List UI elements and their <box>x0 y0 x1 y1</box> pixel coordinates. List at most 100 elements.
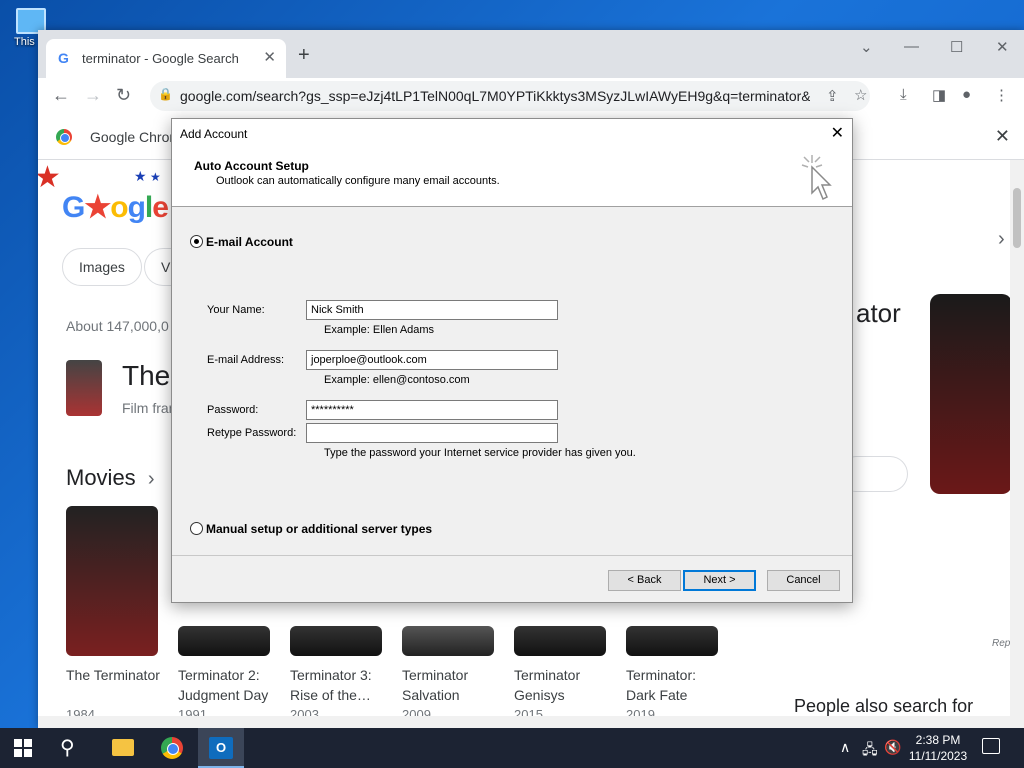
folder-icon <box>112 739 134 756</box>
movie-title[interactable]: Terminator Genisys <box>514 665 614 705</box>
movies-heading[interactable]: Movies › <box>66 465 154 491</box>
download-icon[interactable]: ⤓ <box>900 86 907 103</box>
dialog-header: Auto Account Setup Outlook can automatic… <box>172 149 852 207</box>
email-label: E-mail Address: <box>207 354 285 366</box>
back-button[interactable]: < Back <box>608 570 681 591</box>
tab-strip: G terminator - Google Search ✕ + ⌄ — ☐ ✕ <box>38 30 1024 78</box>
scroll-thumb[interactable] <box>1013 188 1021 248</box>
window-close-icon[interactable]: ✕ <box>996 38 1009 56</box>
movie-title[interactable]: The Terminator <box>66 665 166 685</box>
share-icon[interactable]: ⇪ <box>826 87 839 105</box>
outlook-icon: O <box>209 737 233 759</box>
movies-heading-text: Movies <box>66 465 136 490</box>
name-hint: Example: Ellen Adams <box>324 324 435 336</box>
email-hint: Example: ellen@contoso.com <box>324 374 470 386</box>
retype-password-field[interactable] <box>306 423 558 443</box>
side-panel-icon[interactable]: ◨ <box>932 86 946 104</box>
address-bar[interactable]: 🔒 google.com/search?gs_ssp=eJzj4tLP1TelN… <box>150 81 870 111</box>
clock-date: 11/11/2023 <box>908 749 968 763</box>
dialog-titlebar[interactable]: Add Account ✕ <box>172 119 852 149</box>
movies-chevron-icon: › <box>147 468 155 490</box>
dialog-heading: Auto Account Setup <box>194 159 309 173</box>
file-explorer-taskbar-button[interactable] <box>100 728 146 768</box>
kp-right-title: ator <box>856 298 901 328</box>
auto-setup-cursor-icon <box>801 155 832 201</box>
name-field[interactable]: Nick Smith <box>306 300 558 320</box>
lock-icon[interactable]: 🔒 <box>158 87 173 101</box>
outlook-taskbar-button[interactable]: O <box>198 728 244 768</box>
browser-toolbar: ← → ↻ 🔒 google.com/search?gs_ssp=eJzj4tL… <box>38 78 1024 114</box>
vertical-scrollbar[interactable] <box>1010 160 1024 728</box>
maximize-icon[interactable]: ☐ <box>950 38 963 56</box>
movie-title[interactable]: Terminator Salvation <box>402 665 502 705</box>
movie-poster[interactable] <box>66 506 158 656</box>
kp-thumbnail[interactable] <box>66 360 102 416</box>
report-link[interactable]: Rep <box>992 638 1010 649</box>
movie-poster[interactable] <box>514 626 606 656</box>
movie-poster[interactable] <box>178 626 270 656</box>
movie-title[interactable]: Terminator: Dark Fate <box>626 665 726 705</box>
movie-poster[interactable] <box>290 626 382 656</box>
email-field[interactable]: joperploe@outlook.com <box>306 350 558 370</box>
profile-avatar-icon[interactable]: ● <box>962 86 971 103</box>
tab-title: terminator - Google Search <box>82 51 239 66</box>
tab-close-icon[interactable]: ✕ <box>263 48 276 66</box>
manual-setup-label[interactable]: Manual setup or additional server types <box>206 522 432 536</box>
network-icon[interactable]: 🖧 <box>862 739 878 763</box>
google-doodle-logo[interactable]: G★ogle <box>62 190 169 225</box>
minimize-icon[interactable]: — <box>904 38 919 55</box>
windows-start-icon[interactable] <box>14 739 32 757</box>
url-text: google.com/search?gs_ssp=eJzj4tLP1TelN00… <box>180 88 810 104</box>
search-icon[interactable]: ⚲ <box>60 735 75 760</box>
bookmark-star-icon[interactable]: ☆ <box>854 86 867 104</box>
email-account-label[interactable]: E-mail Account <box>206 235 293 249</box>
cancel-button[interactable]: Cancel <box>767 570 840 591</box>
system-clock[interactable]: 2:38 PM 11/11/2023 <box>906 732 970 764</box>
results-count: About 147,000,0 <box>66 318 169 334</box>
chrome-logo-icon <box>56 129 72 145</box>
kp-subtitle: Film fran <box>122 400 177 416</box>
movie-title[interactable]: Terminator 2: Judgment Day <box>178 665 278 705</box>
forward-arrow-icon[interactable]: → <box>84 85 102 106</box>
dialog-title: Add Account <box>180 127 248 141</box>
movie-poster[interactable] <box>626 626 718 656</box>
password-hint: Type the password your Internet service … <box>324 447 636 459</box>
add-account-dialog: Add Account ✕ Auto Account Setup Outlook… <box>171 118 853 603</box>
tray-chevron-icon[interactable]: ∧ <box>840 739 850 756</box>
star-doodle-icon: ★ <box>150 170 161 184</box>
kp-title: The <box>122 360 171 391</box>
clock-time: 2:38 PM <box>915 733 961 747</box>
chip-images[interactable]: Images <box>62 248 142 286</box>
google-favicon-icon: G <box>58 50 69 66</box>
chrome-icon <box>161 737 183 759</box>
tab-google-search[interactable]: G terminator - Google Search ✕ <box>46 39 286 78</box>
dialog-subheading: Outlook can automatically configure many… <box>216 175 500 187</box>
dialog-close-icon[interactable]: ✕ <box>831 123 844 143</box>
new-tab-button[interactable]: + <box>298 44 310 67</box>
kp-right-image[interactable] <box>930 294 1012 494</box>
horizontal-scrollbar[interactable] <box>38 716 1010 728</box>
next-button[interactable]: Next > <box>683 570 756 591</box>
movie-poster[interactable] <box>402 626 494 656</box>
name-label: Your Name: <box>207 304 265 316</box>
dialog-separator <box>172 555 852 556</box>
star-doodle-icon: ★ <box>38 161 61 194</box>
taskbar: ⚲ O ∧ 🖧 🔇 2:38 PM 11/11/2023 <box>0 728 1024 768</box>
info-bar-close-icon[interactable]: ✕ <box>995 126 1010 147</box>
volume-muted-icon[interactable]: 🔇 <box>884 739 901 756</box>
notification-icon[interactable] <box>982 738 1000 754</box>
chrome-taskbar-button[interactable] <box>149 728 195 768</box>
email-account-radio[interactable] <box>190 235 203 248</box>
tab-search-chevron-icon[interactable]: ⌄ <box>860 38 873 56</box>
chevron-right-icon[interactable]: › <box>998 228 1005 251</box>
password-field[interactable]: ********** <box>306 400 558 420</box>
star-doodle-icon: ★ <box>134 168 147 184</box>
reload-icon[interactable]: ↻ <box>116 85 131 106</box>
people-also-search-heading: People also search for <box>794 696 974 716</box>
manual-setup-radio[interactable] <box>190 522 203 535</box>
movie-title[interactable]: Terminator 3: Rise of the… <box>290 665 390 705</box>
retype-password-label: Retype Password: <box>207 427 297 439</box>
password-label: Password: <box>207 404 259 416</box>
back-arrow-icon[interactable]: ← <box>52 85 70 106</box>
menu-kebab-icon[interactable]: ⋮ <box>994 86 1009 104</box>
